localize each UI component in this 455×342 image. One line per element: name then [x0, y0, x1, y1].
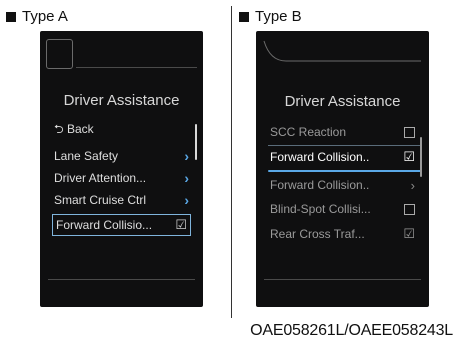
menu-item-forward-collision-selected[interactable]: Forward Collision.. ☑ — [270, 147, 415, 167]
scrollbar[interactable] — [420, 137, 422, 177]
bottom-line — [48, 279, 195, 280]
checked-box-icon: ☑ — [403, 149, 415, 164]
cluster-screen-type-b: Driver Assistance SCC Reaction Forward C… — [256, 31, 429, 307]
chevron-right-icon: › — [184, 192, 189, 208]
menu-item-driver-attention[interactable]: Driver Attention... › — [54, 168, 189, 188]
chevron-right-icon: › — [184, 148, 189, 164]
type-b-label: Type B — [239, 8, 302, 25]
empty-box-icon — [404, 203, 415, 215]
panel-divider — [231, 6, 232, 318]
scrollbar[interactable] — [195, 124, 197, 160]
checked-box-icon: ☑ — [403, 226, 415, 241]
empty-box-icon — [404, 126, 415, 138]
square-bullet-icon — [239, 11, 249, 22]
return-arrow-icon: ⮌ — [54, 121, 64, 136]
cluster-screen-type-a: Driver Assistance ⮌ Back Lane Safety › D… — [40, 31, 203, 307]
menu-item-smart-cruise-ctrl[interactable]: Smart Cruise Ctrl › — [54, 190, 189, 210]
top-tab — [46, 39, 73, 69]
selection-underline — [268, 170, 421, 172]
header-curve — [263, 40, 421, 62]
menu-item-scc-reaction[interactable]: SCC Reaction — [270, 122, 415, 142]
type-a-label: Type A — [6, 8, 68, 25]
menu-title: Driver Assistance — [63, 92, 180, 109]
square-bullet-icon — [6, 11, 16, 22]
bottom-line — [264, 279, 421, 280]
menu-item-forward-collision[interactable]: Forward Collisio... ☑ — [52, 214, 191, 236]
chevron-right-icon: › — [410, 177, 415, 193]
figure-caption: OAE058261L/OAEE058243L — [250, 322, 453, 339]
back-item[interactable]: ⮌ Back — [54, 120, 189, 140]
menu-item-lane-safety[interactable]: Lane Safety › — [54, 146, 189, 166]
menu-item-blind-spot[interactable]: Blind-Spot Collisi... — [270, 199, 415, 219]
chevron-right-icon: › — [184, 170, 189, 186]
selection-top-line — [268, 145, 421, 146]
checked-box-icon: ☑ — [175, 217, 187, 232]
menu-item-rear-cross-traffic[interactable]: Rear Cross Traf... ☑ — [270, 224, 415, 244]
menu-title: Driver Assistance — [284, 93, 401, 110]
top-line — [76, 67, 197, 68]
menu-item-forward-collision-2[interactable]: Forward Collision.. › — [270, 175, 415, 195]
